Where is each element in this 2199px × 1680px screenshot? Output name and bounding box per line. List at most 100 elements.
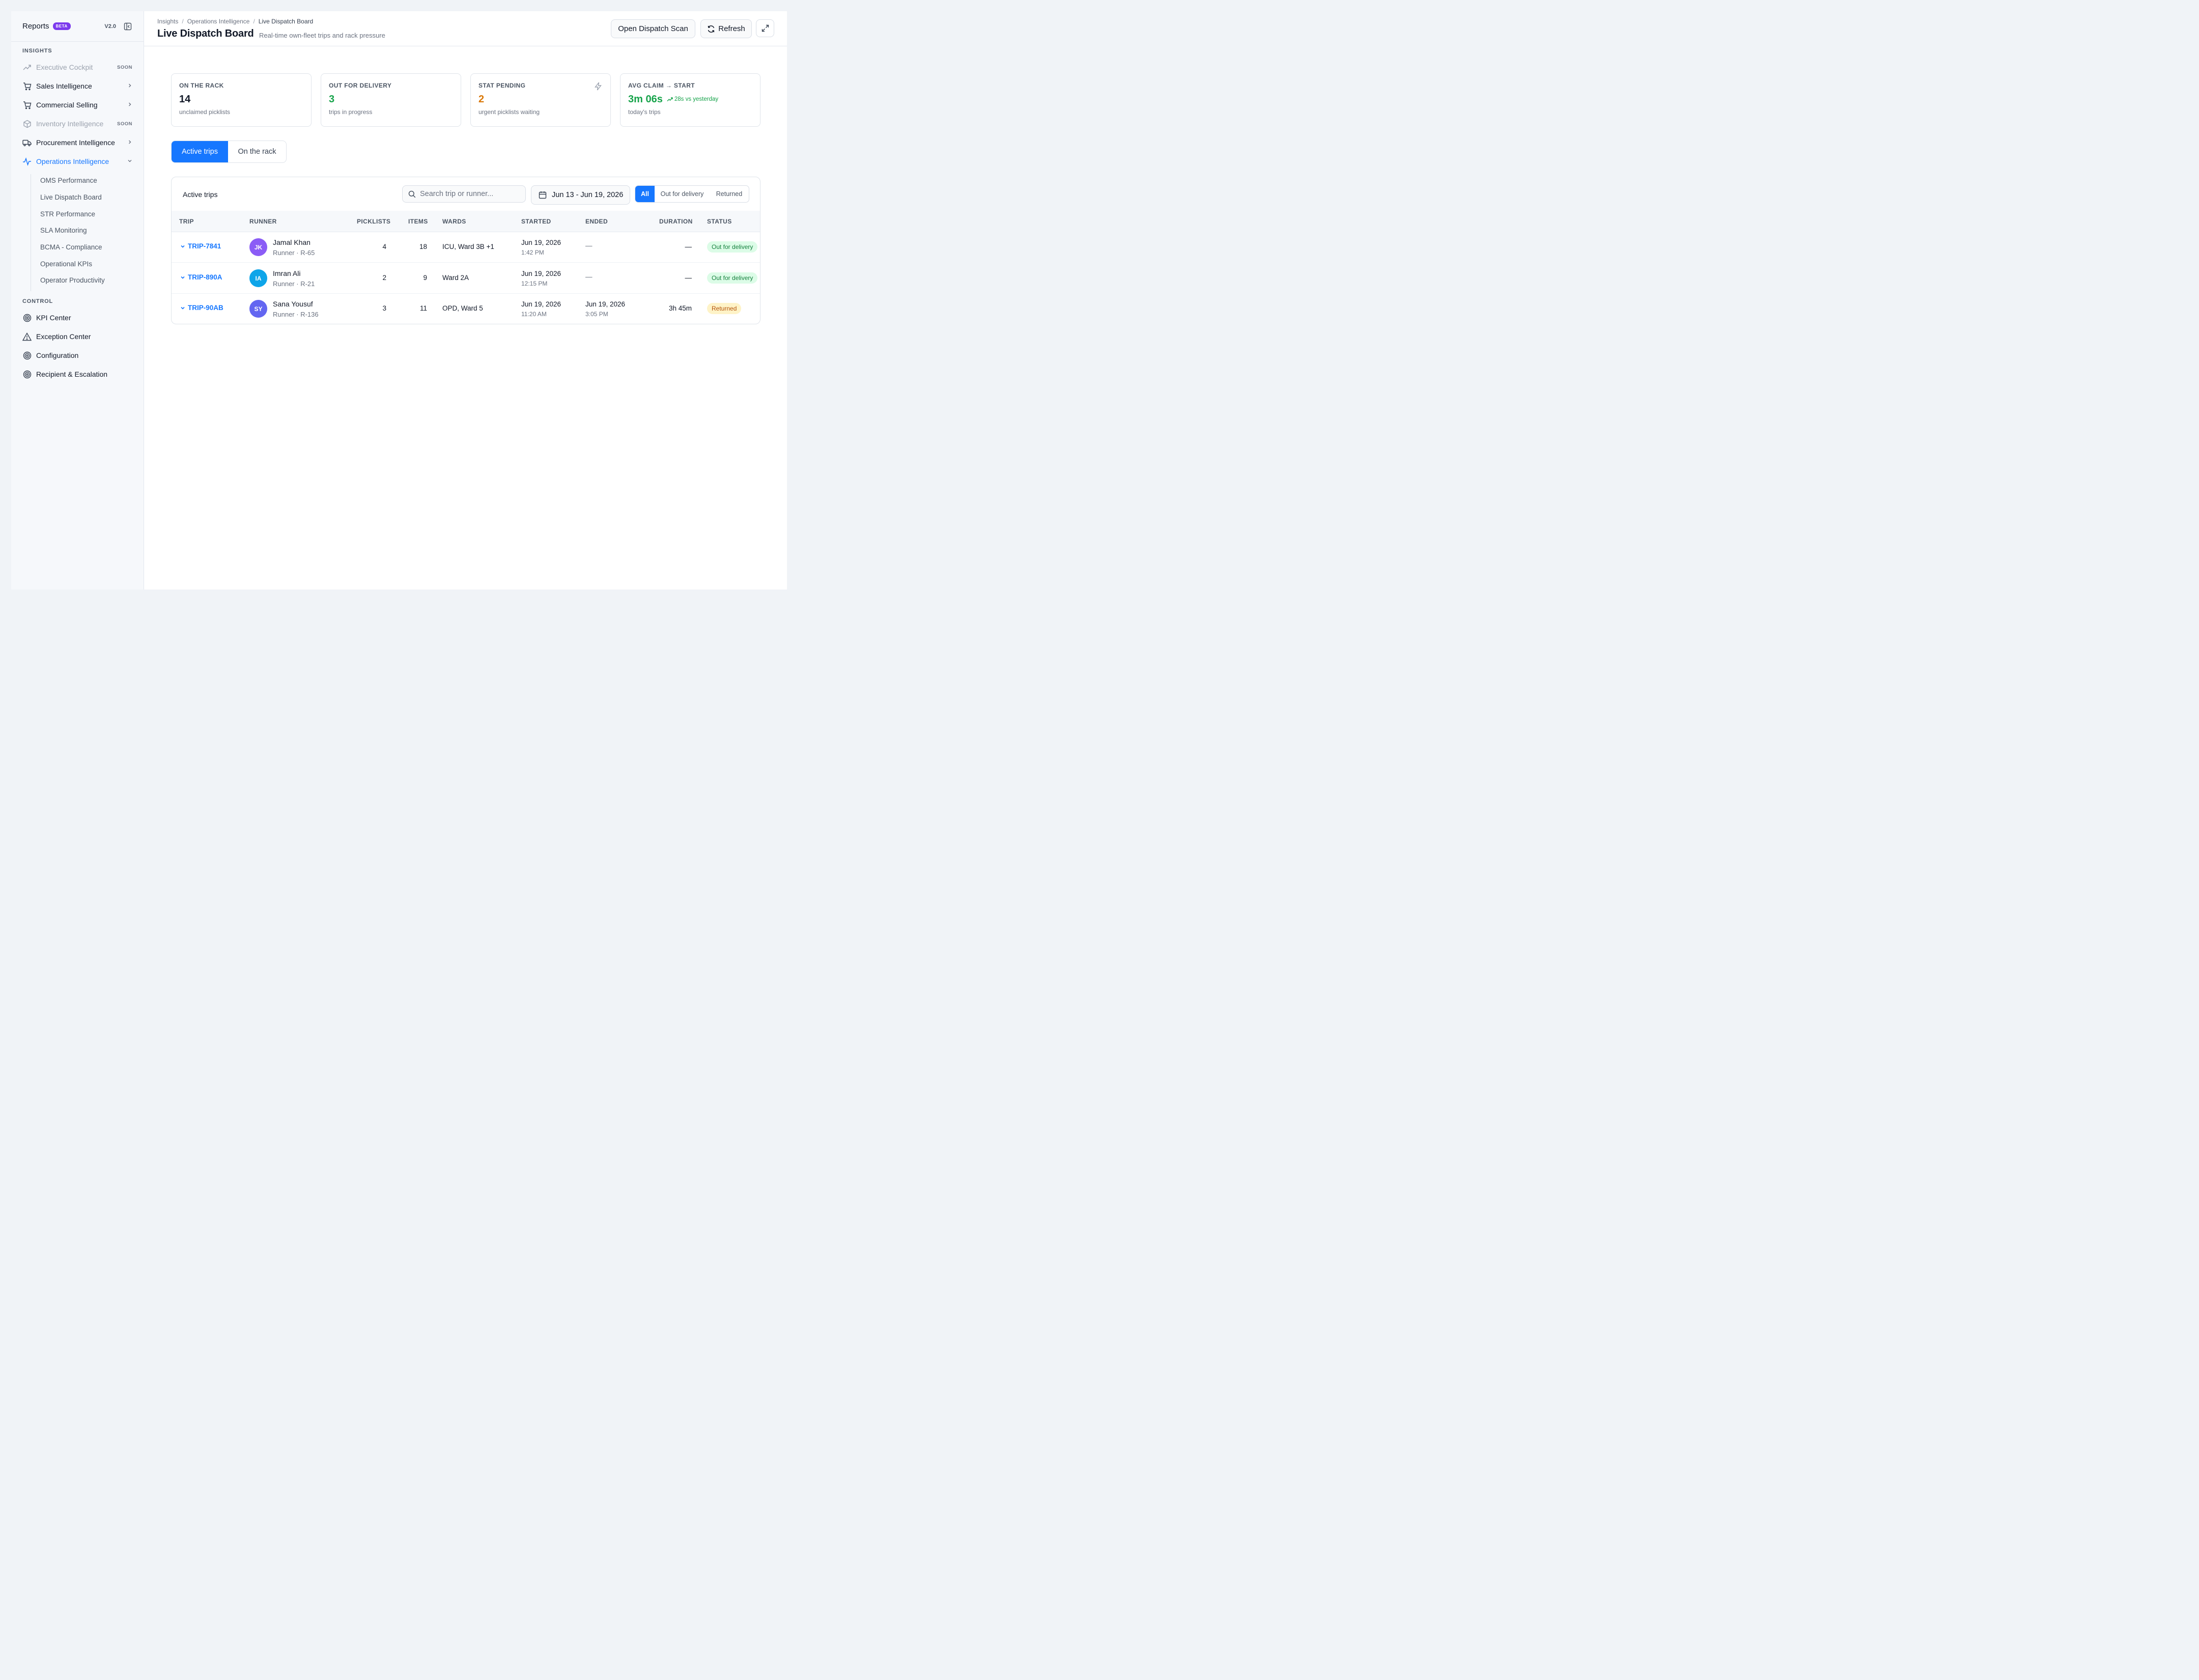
avatar: SY (249, 300, 267, 318)
ended-date: Jun 19, 2026 (585, 300, 626, 308)
tab-on-the-rack[interactable]: On the rack (228, 141, 286, 162)
table-row[interactable]: TRIP-90AB SY Sana Yousuf Runner · R-136 … (172, 294, 760, 324)
breadcrumb-separator: / (253, 18, 255, 25)
column-header-wards[interactable]: WARDS (442, 218, 466, 225)
chevron-right-icon (127, 101, 132, 108)
sidebar-item-sales-intelligence[interactable]: Sales Intelligence (22, 78, 132, 94)
trip-link[interactable]: TRIP-7841 (180, 242, 221, 250)
sidebar-item-kpi-center[interactable]: KPI Center (22, 310, 132, 325)
trip-link[interactable]: TRIP-890A (180, 273, 222, 281)
trip-id: TRIP-890A (188, 273, 222, 281)
kpi-label: ON THE RACK (179, 82, 224, 89)
status-badge: Out for delivery (707, 241, 758, 253)
sidebar-item-label: Executive Cockpit (36, 63, 93, 71)
sidebar-item-label: Procurement Intelligence (36, 138, 115, 147)
started-date: Jun 19, 2026 (521, 270, 561, 277)
submenu-item-oms-performance[interactable]: OMS Performance (40, 174, 127, 186)
sidebar-item-commercial-selling[interactable]: Commercial Selling (22, 97, 132, 113)
sidebar-item-exception-center[interactable]: Exception Center (22, 329, 132, 344)
picklists-count: 3 (382, 304, 386, 312)
breadcrumb-insights[interactable]: Insights (157, 18, 178, 25)
sidebar-item-executive-cockpit[interactable]: Executive Cockpit SOON (22, 60, 132, 75)
date-range-picker[interactable]: Jun 13 - Jun 19, 2026 (531, 185, 630, 205)
filter-all[interactable]: All (635, 186, 655, 202)
section-control: CONTROL (22, 298, 53, 304)
table-header: TRIP RUNNER PICKLISTS ITEMS WARDS STARTE… (172, 211, 760, 232)
kpi-label: AVG CLAIM → START (628, 82, 695, 89)
refresh-button[interactable]: Refresh (700, 19, 752, 38)
started-date: Jun 19, 2026 (521, 239, 561, 246)
submenu-item-operational-kpis[interactable]: Operational KPIs (40, 258, 127, 270)
kpi-description: unclaimed picklists (179, 108, 231, 116)
breadcrumb-operations-intelligence[interactable]: Operations Intelligence (187, 18, 250, 25)
ended-date: — (585, 242, 593, 249)
column-header-picklists[interactable]: PICKLISTS (357, 218, 390, 225)
sidebar-item-label: Recipient & Escalation (36, 370, 108, 378)
calendar-icon (539, 191, 547, 199)
brand-name: Reports (22, 22, 49, 31)
trend-up-icon (667, 97, 673, 102)
expand-button[interactable] (756, 19, 774, 37)
target-icon (22, 313, 32, 322)
section-insights: INSIGHTS (22, 48, 52, 54)
breadcrumb-current: Live Dispatch Board (258, 18, 314, 25)
wards: Ward 2A (442, 274, 469, 282)
trip-link[interactable]: TRIP-90AB (180, 304, 223, 312)
column-header-started[interactable]: STARTED (521, 218, 551, 225)
submenu-item-operator-productivity[interactable]: Operator Productivity (40, 274, 127, 286)
column-header-duration[interactable]: DURATION (659, 218, 693, 225)
activity-icon (22, 157, 32, 166)
chevron-down-icon (180, 305, 185, 311)
submenu-item-str-performance[interactable]: STR Performance (40, 208, 127, 220)
runner-name: Jamal Khan (273, 238, 311, 246)
sidebar-item-operations-intelligence[interactable]: Operations Intelligence (22, 154, 132, 169)
sidebar-item-procurement-intelligence[interactable]: Procurement Intelligence (22, 135, 132, 150)
avatar: IA (249, 269, 267, 287)
refresh-icon (707, 25, 715, 33)
runner-id: Runner · R-65 (273, 249, 315, 257)
submenu-item-sla-monitoring[interactable]: SLA Monitoring (40, 224, 127, 236)
items-count: 18 (419, 243, 427, 250)
items-count: 11 (419, 304, 427, 312)
refresh-label: Refresh (718, 24, 745, 33)
page-title: Live Dispatch Board (157, 28, 254, 39)
runner-id: Runner · R-136 (273, 311, 319, 318)
column-header-ended[interactable]: ENDED (585, 218, 608, 225)
page-header: Insights / Operations Intelligence / Liv… (144, 11, 787, 46)
column-header-runner[interactable]: RUNNER (249, 218, 277, 225)
sidebar-item-label: KPI Center (36, 314, 71, 322)
kpi-value-row: 3m 06s 28s vs yesterday (628, 93, 752, 105)
column-header-trip[interactable]: TRIP (179, 218, 194, 225)
filter-returned[interactable]: Returned (710, 186, 749, 202)
kpi-value: 3m 06s (628, 94, 663, 105)
page-subtitle: Real-time own-fleet trips and rack press… (259, 32, 385, 39)
kpi-value: 14 (179, 94, 191, 105)
table-row[interactable]: TRIP-890A IA Imran Ali Runner · R-21 2 9… (172, 263, 760, 294)
box-icon (22, 119, 32, 128)
active-trips-card: Active trips Jun 13 - Jun 19, 2026 All O… (171, 177, 760, 324)
collapse-sidebar-icon[interactable] (123, 22, 132, 31)
sidebar-item-inventory-intelligence[interactable]: Inventory Intelligence SOON (22, 116, 132, 131)
view-tabs: Active trips On the rack (171, 141, 287, 163)
sidebar-item-label: Sales Intelligence (36, 82, 92, 90)
sidebar-item-configuration[interactable]: Configuration (22, 348, 132, 363)
chevron-down-icon (127, 158, 132, 165)
search-input[interactable] (420, 190, 517, 198)
sidebar-item-recipient-escalation[interactable]: Recipient & Escalation (22, 367, 132, 382)
submenu-item-live-dispatch-board[interactable]: Live Dispatch Board (40, 191, 127, 203)
soon-badge: SOON (117, 64, 132, 70)
column-header-items[interactable]: ITEMS (408, 218, 428, 225)
app-window: Reports BETA V2.0 INSIGHTS Executive Coc… (11, 11, 787, 590)
tab-active-trips[interactable]: Active trips (172, 141, 228, 162)
submenu-item-bcma-compliance[interactable]: BCMA - Compliance (40, 241, 127, 253)
started-date: Jun 19, 2026 (521, 300, 561, 308)
status-badge: Returned (707, 303, 742, 314)
kpi-label: STAT PENDING (478, 82, 526, 89)
chevron-right-icon (127, 82, 132, 90)
open-dispatch-scan-button[interactable]: Open Dispatch Scan (611, 19, 695, 38)
column-header-status[interactable]: STATUS (707, 218, 732, 225)
kpi-value: 2 (478, 94, 485, 105)
filter-out-for-delivery[interactable]: Out for delivery (655, 186, 710, 202)
sidebar-item-label: Commercial Selling (36, 101, 98, 109)
table-row[interactable]: TRIP-7841 JK Jamal Khan Runner · R-65 4 … (172, 232, 760, 263)
